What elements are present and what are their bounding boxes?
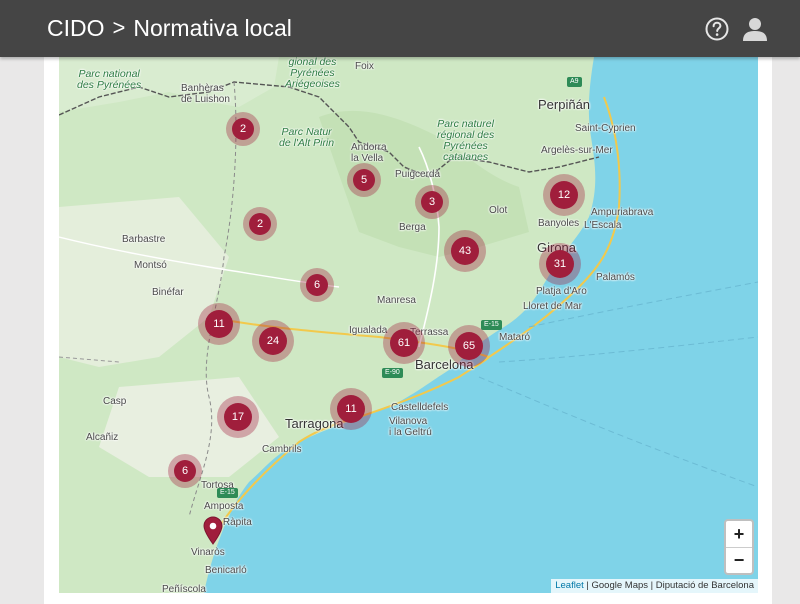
- map-viewport[interactable]: Parc national des Pyrénées Banhèras de Lu…: [59, 57, 758, 593]
- place-label: Berga: [399, 222, 426, 233]
- place-label: Perpiñán: [538, 97, 591, 112]
- leaflet-link[interactable]: Leaflet: [555, 580, 584, 591]
- page-title: Normativa local: [133, 15, 292, 41]
- cluster-count: 65: [455, 332, 483, 360]
- app-header: CIDO > Normativa local: [0, 0, 800, 57]
- place-label: Parc national des Pyrénées: [77, 68, 142, 91]
- place-label: Parc Natur de l'Alt Pirin: [279, 126, 335, 149]
- cluster-count: 24: [259, 327, 287, 355]
- cluster-marker[interactable]: 43: [444, 230, 486, 272]
- cluster-marker[interactable]: 24: [252, 320, 294, 362]
- breadcrumb-separator: >: [112, 15, 126, 40]
- cluster-marker[interactable]: 2: [226, 112, 260, 146]
- cluster-count: 2: [249, 213, 271, 235]
- place-label: Mataró: [499, 332, 531, 343]
- zoom-out-button[interactable]: −: [726, 547, 752, 573]
- cluster-count: 61: [390, 329, 418, 357]
- cluster-count: 5: [353, 169, 375, 191]
- place-label: Foix: [355, 61, 374, 72]
- cluster-count: 11: [337, 395, 365, 423]
- place-label: L'Escala: [584, 220, 622, 231]
- zoom-control: + −: [724, 519, 754, 575]
- place-label: Ampuriabrava: [591, 207, 654, 218]
- zoom-in-button[interactable]: +: [726, 521, 752, 547]
- place-label: Palamós: [596, 272, 635, 283]
- attribution-text: | Google Maps | Diputació de Barcelona: [583, 580, 754, 591]
- cluster-count: 2: [232, 118, 254, 140]
- place-label: Banyoles: [538, 218, 580, 229]
- place-label: Binéfar: [152, 287, 184, 298]
- place-label: Igualada: [349, 325, 388, 336]
- breadcrumb: CIDO > Normativa local: [47, 13, 292, 43]
- cluster-marker[interactable]: 6: [168, 454, 202, 488]
- place-label: Alcañiz: [86, 432, 119, 443]
- place-label: Amposta: [204, 501, 244, 512]
- map-pin-icon[interactable]: [203, 516, 223, 545]
- place-label: Puigcerdà: [395, 169, 441, 180]
- map-attribution: Leaflet | Google Maps | Diputació de Bar…: [551, 579, 758, 593]
- cluster-marker[interactable]: 17: [217, 396, 259, 438]
- place-label: Manresa: [377, 295, 416, 306]
- cluster-marker[interactable]: 11: [198, 303, 240, 345]
- cluster-count: 6: [306, 274, 328, 296]
- place-label: Saint-Cyprien: [575, 123, 636, 134]
- place-label: Argelès-sur-Mer: [541, 145, 613, 156]
- cluster-marker[interactable]: 65: [448, 325, 490, 367]
- cluster-count: 12: [550, 181, 578, 209]
- place-label: Barbastre: [122, 234, 166, 245]
- cluster-marker[interactable]: 2: [243, 207, 277, 241]
- place-label: Lloret de Mar: [523, 301, 582, 312]
- place-label: Montsó: [134, 260, 167, 271]
- cluster-marker[interactable]: 61: [383, 322, 425, 364]
- breadcrumb-root-link[interactable]: CIDO: [47, 13, 105, 43]
- cluster-marker[interactable]: 31: [539, 243, 581, 285]
- place-label: Cambrils: [262, 444, 302, 455]
- place-label: Casp: [103, 396, 127, 407]
- place-label: Olot: [489, 205, 508, 216]
- cluster-marker[interactable]: 6: [300, 268, 334, 302]
- place-label: Platja d'Aro: [536, 286, 587, 297]
- place-label: Vinaròs: [191, 547, 225, 558]
- cluster-count: 17: [224, 403, 252, 431]
- cluster-count: 3: [421, 191, 443, 213]
- cluster-marker[interactable]: 5: [347, 163, 381, 197]
- cluster-marker[interactable]: 12: [543, 174, 585, 216]
- user-account-icon[interactable]: [742, 16, 768, 42]
- road-number-badge: E-90: [382, 368, 403, 378]
- cluster-marker[interactable]: 11: [330, 388, 372, 430]
- road-number-badge: E-15: [217, 488, 238, 498]
- place-label: Banhèras de Luishon: [181, 83, 230, 105]
- cluster-count: 6: [174, 460, 196, 482]
- cluster-count: 11: [205, 310, 233, 338]
- cluster-count: 43: [451, 237, 479, 265]
- place-label: Castelldefels: [391, 402, 449, 413]
- cluster-marker[interactable]: 3: [415, 185, 449, 219]
- road-number-badge: E-15: [481, 320, 502, 330]
- place-label: Benicarló: [205, 565, 247, 576]
- road-number-badge: A9: [567, 77, 582, 87]
- cluster-count: 31: [546, 250, 574, 278]
- place-label: Parc naturel régional des Pyrénées catal…: [437, 118, 495, 163]
- place-label: Peñíscola: [162, 584, 206, 593]
- place-label: Vilanova i la Geltrú: [389, 416, 432, 438]
- place-label: gional des Pyrénées Ariégeoises: [285, 57, 340, 90]
- place-label: Andorra la Vella: [351, 142, 387, 164]
- help-circle-icon[interactable]: [704, 16, 730, 42]
